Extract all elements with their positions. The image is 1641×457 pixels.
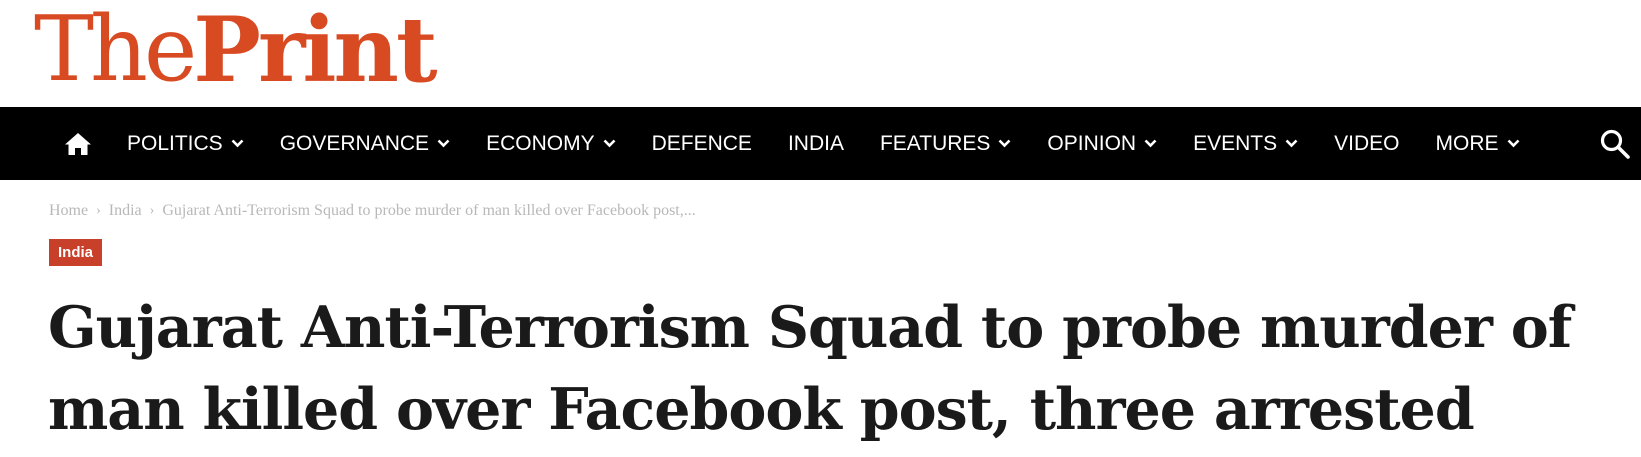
nav-item-label: MORE bbox=[1435, 131, 1499, 155]
nav-item-label: POLITICS bbox=[127, 131, 223, 155]
search-icon[interactable] bbox=[1599, 128, 1631, 160]
chevron-down-icon bbox=[1507, 139, 1519, 148]
nav-item-label: ECONOMY bbox=[486, 131, 595, 155]
nav-item-events[interactable]: EVENTS bbox=[1193, 132, 1298, 156]
breadcrumb-home-link[interactable]: Home bbox=[49, 202, 88, 220]
nav-menu: POLITICS GOVERNANCE ECONOMY DEFENCE INDI… bbox=[127, 107, 1556, 180]
article-headline: Gujarat Anti-Terrorism Squad to probe mu… bbox=[48, 294, 1572, 443]
nav-item-label: DEFENCE bbox=[651, 131, 752, 155]
logo-text-print: Print bbox=[193, 0, 437, 103]
nav-item-governance[interactable]: GOVERNANCE bbox=[280, 132, 450, 156]
logo-text-the: The bbox=[34, 0, 197, 102]
nav-item-label: EVENTS bbox=[1193, 131, 1278, 155]
nav-item-india[interactable]: INDIA bbox=[788, 132, 844, 156]
breadcrumb: Home › India › Gujarat Anti-Terrorism Sq… bbox=[49, 199, 696, 223]
chevron-down-icon bbox=[1144, 139, 1157, 148]
breadcrumb-section-link[interactable]: India bbox=[109, 202, 142, 220]
nav-item-video[interactable]: VIDEO bbox=[1334, 132, 1399, 156]
chevron-down-icon bbox=[999, 139, 1011, 148]
nav-item-label: OPINION bbox=[1047, 131, 1137, 155]
nav-item-label: FEATURES bbox=[879, 131, 991, 155]
nav-item-defence[interactable]: DEFENCE bbox=[652, 132, 752, 156]
main-navigation: POLITICS GOVERNANCE ECONOMY DEFENCE INDI… bbox=[0, 107, 1641, 180]
home-icon[interactable] bbox=[64, 132, 92, 156]
chevron-down-icon bbox=[231, 139, 244, 148]
chevron-down-icon bbox=[437, 139, 450, 148]
nav-item-label: GOVERNANCE bbox=[279, 131, 430, 155]
chevron-down-icon bbox=[603, 139, 615, 148]
nav-item-label: INDIA bbox=[787, 131, 844, 155]
nav-item-economy[interactable]: ECONOMY bbox=[486, 132, 616, 156]
nav-item-politics[interactable]: POLITICS bbox=[127, 132, 244, 156]
theprint-logo[interactable]: The Print bbox=[34, 0, 438, 103]
nav-item-opinion[interactable]: OPINION bbox=[1047, 132, 1157, 156]
category-badge[interactable]: India bbox=[49, 239, 103, 266]
nav-item-label: VIDEO bbox=[1334, 131, 1400, 155]
nav-item-more[interactable]: MORE bbox=[1436, 132, 1520, 156]
chevron-down-icon bbox=[1285, 139, 1298, 148]
nav-item-features[interactable]: FEATURES bbox=[880, 132, 1011, 156]
breadcrumb-separator-icon: › bbox=[96, 203, 101, 218]
breadcrumb-current: Gujarat Anti-Terrorism Squad to probe mu… bbox=[162, 202, 696, 219]
breadcrumb-separator-icon: › bbox=[149, 203, 155, 218]
